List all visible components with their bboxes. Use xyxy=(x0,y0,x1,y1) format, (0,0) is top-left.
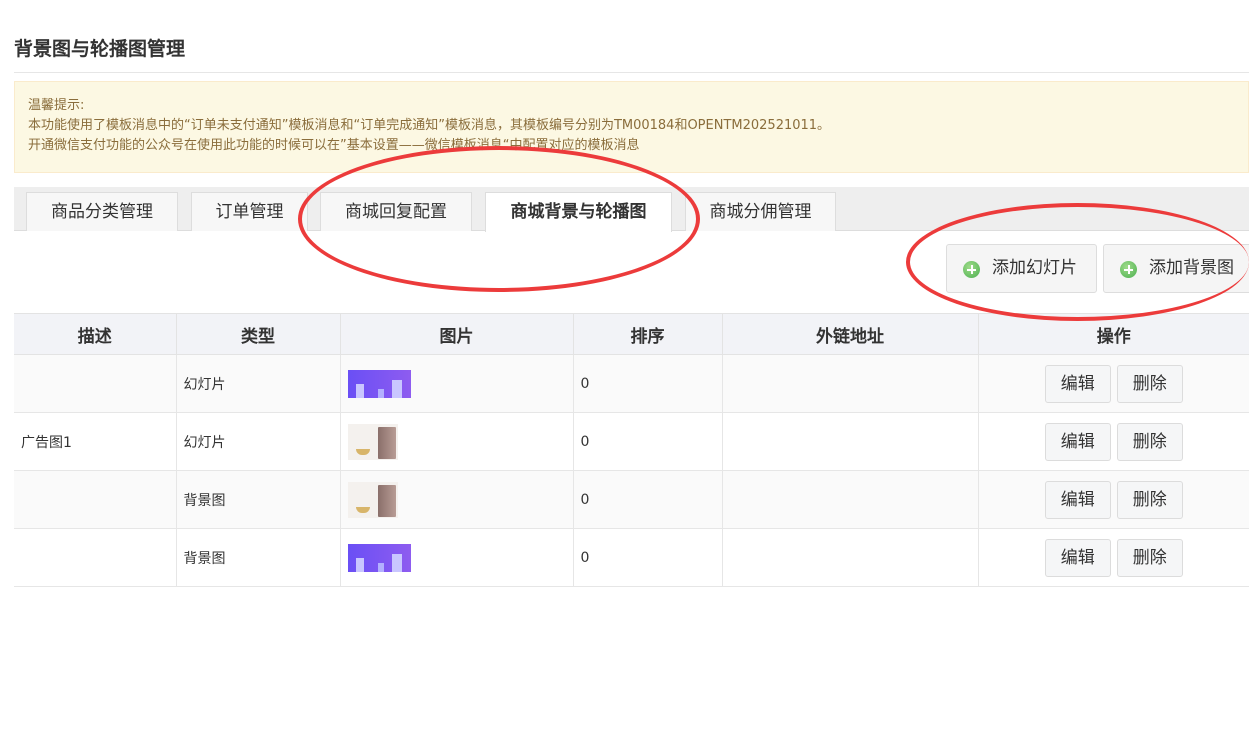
notice-heading: 温馨提示: xyxy=(28,98,85,113)
column-header-sort: 排序 xyxy=(572,313,723,355)
column-header-actions: 操作 xyxy=(977,313,1249,355)
cell-type: 幻灯片 xyxy=(175,354,341,413)
notice-line: 开通微信支付功能的公众号在使用此功能的时候可以在”基本设置——微信模板消息“中配… xyxy=(28,138,640,153)
table-row: 幻灯片 0 编辑 删除 xyxy=(14,354,1249,413)
cell-link xyxy=(721,528,979,587)
cell-desc: 广告图1 xyxy=(14,412,177,471)
city-banner-thumbnail xyxy=(347,369,411,398)
notice-line: 本功能使用了模板消息中的“订单未支付通知”模板消息和“订单完成通知”模板消息，其… xyxy=(28,118,831,133)
banner-table: 描述 类型 图片 排序 外链地址 操作 幻灯片 0 编辑 删除 广告图1 幻灯片 … xyxy=(14,313,1249,587)
cell-type: 背景图 xyxy=(175,470,341,529)
add-slide-button[interactable]: 添加幻灯片 xyxy=(946,244,1097,293)
tab-product-category[interactable]: 商品分类管理 xyxy=(26,192,178,231)
add-slide-label: 添加幻灯片 xyxy=(992,258,1077,278)
column-header-link: 外链地址 xyxy=(721,313,979,355)
cell-image xyxy=(339,528,574,587)
add-background-button[interactable]: 添加背景图 xyxy=(1103,244,1249,293)
cell-type: 背景图 xyxy=(175,528,341,587)
cell-image xyxy=(339,354,574,413)
cell-desc xyxy=(14,470,177,529)
cell-sort: 0 xyxy=(572,470,723,529)
page-title: 背景图与轮播图管理 xyxy=(14,38,186,60)
tab-commission[interactable]: 商城分佣管理 xyxy=(685,192,836,231)
tab-background-carousel[interactable]: 商城背景与轮播图 xyxy=(485,192,672,232)
add-background-label: 添加背景图 xyxy=(1149,258,1234,278)
cell-actions: 编辑 删除 xyxy=(977,528,1249,587)
tab-reply-config[interactable]: 商城回复配置 xyxy=(320,192,472,231)
cell-image xyxy=(339,470,574,529)
delete-button[interactable]: 删除 xyxy=(1116,538,1183,577)
table-row: 背景图 0 编辑 删除 xyxy=(14,528,1249,587)
delete-button[interactable]: 删除 xyxy=(1116,480,1183,519)
cell-actions: 编辑 删除 xyxy=(977,470,1249,529)
cell-link xyxy=(721,412,979,471)
column-header-desc: 描述 xyxy=(14,313,177,355)
delete-button[interactable]: 删除 xyxy=(1116,364,1183,403)
fridge-photo-thumbnail xyxy=(347,481,398,518)
tab-orders[interactable]: 订单管理 xyxy=(191,192,308,231)
edit-button[interactable]: 编辑 xyxy=(1044,422,1111,461)
cell-actions: 编辑 删除 xyxy=(977,412,1249,471)
tab-bar: 商品分类管理 订单管理 商城回复配置 商城背景与轮播图 商城分佣管理 xyxy=(14,187,1249,232)
cell-sort: 0 xyxy=(572,528,723,587)
table-header-row: 描述 类型 图片 排序 外链地址 操作 xyxy=(14,313,1249,355)
title-divider xyxy=(14,72,1249,73)
fridge-photo-thumbnail xyxy=(347,423,398,460)
cell-sort: 0 xyxy=(572,412,723,471)
cell-link xyxy=(721,470,979,529)
table-row: 广告图1 幻灯片 0 编辑 删除 xyxy=(14,412,1249,471)
city-banner-thumbnail xyxy=(347,543,411,572)
edit-button[interactable]: 编辑 xyxy=(1044,538,1111,577)
cell-link xyxy=(721,354,979,413)
cell-desc xyxy=(14,354,177,413)
table-row: 背景图 0 编辑 删除 xyxy=(14,470,1249,529)
notice-box: 温馨提示: 本功能使用了模板消息中的“订单未支付通知”模板消息和“订单完成通知”… xyxy=(14,81,1249,173)
cell-desc xyxy=(14,528,177,587)
cell-image xyxy=(339,412,574,471)
plus-circle-icon xyxy=(1120,261,1137,278)
cell-sort: 0 xyxy=(572,354,723,413)
edit-button[interactable]: 编辑 xyxy=(1044,364,1111,403)
edit-button[interactable]: 编辑 xyxy=(1044,480,1111,519)
delete-button[interactable]: 删除 xyxy=(1116,422,1183,461)
cell-actions: 编辑 删除 xyxy=(977,354,1249,413)
plus-circle-icon xyxy=(963,261,980,278)
column-header-image: 图片 xyxy=(339,313,574,355)
cell-type: 幻灯片 xyxy=(175,412,341,471)
column-header-type: 类型 xyxy=(175,313,341,355)
